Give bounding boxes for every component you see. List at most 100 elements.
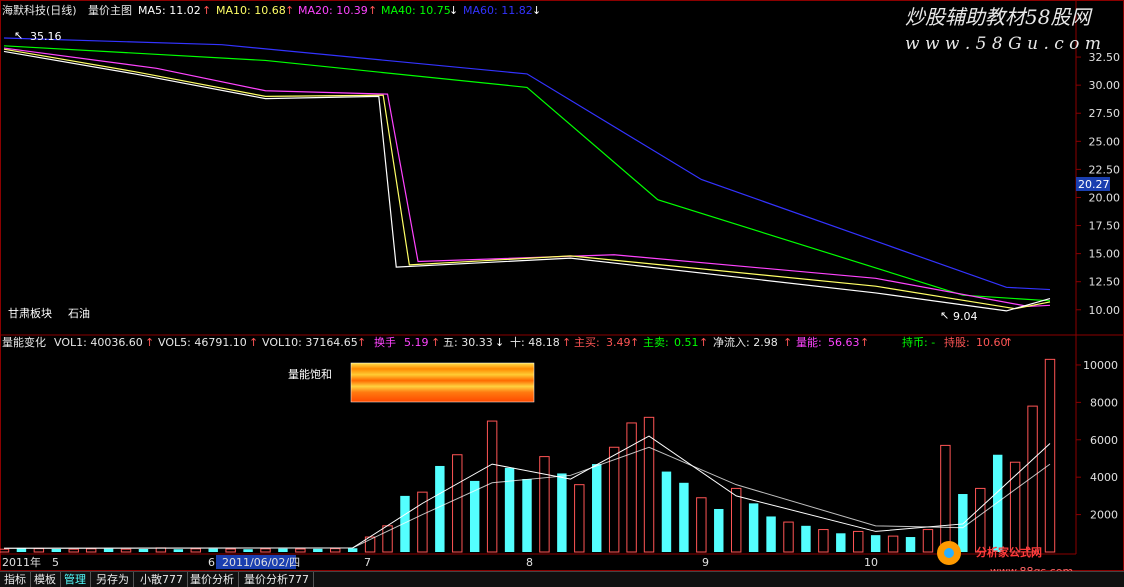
vol10-label: VOL10: 37164.65 bbox=[262, 336, 358, 349]
tab-2[interactable]: 模板 bbox=[30, 572, 61, 587]
volume-bar bbox=[173, 549, 184, 552]
low-price-label: 9.04 bbox=[953, 310, 978, 323]
chigu-label: 持股: bbox=[944, 335, 970, 349]
zhumai-label: 主买: bbox=[574, 336, 600, 349]
volume-bar bbox=[714, 508, 724, 552]
ma60-arrow: ↓ bbox=[532, 4, 541, 17]
volume-bar bbox=[870, 535, 881, 552]
saturation-fill bbox=[350, 362, 535, 403]
volume-bar bbox=[469, 480, 480, 552]
volume-tick-label: 6000 bbox=[1090, 434, 1118, 447]
current-price-tag: 20.27 bbox=[1076, 177, 1110, 191]
wu-arrow: ↓ bbox=[495, 336, 504, 349]
turnover-value: 5.19 bbox=[404, 336, 429, 349]
net-inflow-label: 净流入: 2.98 bbox=[713, 335, 778, 349]
date-axis-label: 2011/06/02/四 bbox=[222, 556, 300, 569]
turnover-arrow: ↑ bbox=[431, 336, 440, 349]
turnover-label: 换手 bbox=[374, 335, 396, 349]
sector-label: 甘肃板块 bbox=[8, 306, 52, 320]
tab-6[interactable]: 量价分析 bbox=[186, 572, 239, 587]
price-tick-label: 12.50 bbox=[1089, 276, 1121, 289]
price-tick-label: 27.50 bbox=[1089, 107, 1121, 120]
tab-7[interactable]: 量价分析777 bbox=[240, 572, 314, 587]
shi-arrow: ↑ bbox=[562, 336, 571, 349]
zhumai2-label: 主卖: bbox=[643, 336, 669, 349]
watermark-top-line2: w w w . 5 8 G u . c o m bbox=[905, 34, 1101, 54]
date-axis-label: 6 bbox=[208, 556, 215, 569]
tab-4[interactable]: 另存为 bbox=[92, 572, 134, 587]
volume-bar bbox=[51, 549, 62, 552]
stock-chart[interactable]: 海默科技(日线) 量价主图 MA5: 11.02 ↑ MA10: 10.68 ↑… bbox=[0, 0, 1124, 586]
vol5-label: VOL5: 46791.10 bbox=[158, 336, 247, 349]
zhumai2-value: 0.51 bbox=[674, 336, 699, 349]
low-arrow: ↖ bbox=[940, 309, 949, 322]
ma10-label: MA10: 10.68 bbox=[216, 4, 286, 17]
price-tick-label: 10.00 bbox=[1089, 304, 1121, 317]
chibi-label: 持币: - bbox=[902, 335, 935, 349]
volume-bar bbox=[103, 548, 114, 552]
vol1-arrow: ↑ bbox=[145, 336, 154, 349]
volume-bar bbox=[243, 549, 253, 552]
volume-bar bbox=[766, 516, 776, 552]
volume-bar bbox=[592, 464, 602, 552]
volume-bar bbox=[138, 549, 149, 552]
vol1-label: VOL1: 40036.60 bbox=[54, 336, 143, 349]
tab-5[interactable]: 小散777 bbox=[136, 572, 188, 587]
indicator-name: 量价主图 bbox=[88, 4, 132, 17]
price-tick-label: 32.50 bbox=[1089, 51, 1121, 64]
zhumai-value: 3.49 bbox=[606, 336, 631, 349]
ma40-label: MA40: 10.75 bbox=[381, 4, 451, 17]
price-tick-label: 25.00 bbox=[1089, 135, 1121, 148]
ma60-label: MA60: 11.82 bbox=[463, 4, 533, 17]
energy-value: 56.63 bbox=[828, 336, 860, 349]
chigu-value: 10.60 bbox=[976, 336, 1008, 349]
date-axis-label: 2011年 bbox=[2, 555, 41, 569]
volume-bar bbox=[905, 537, 916, 552]
saturation-label: 量能饱和 bbox=[288, 367, 332, 381]
energy-label: 量能: bbox=[796, 335, 822, 349]
zhumai2-arrow: ↑ bbox=[699, 336, 708, 349]
chigu-arrow: ↑ bbox=[1004, 336, 1013, 349]
flower-center-icon bbox=[944, 548, 954, 558]
date-axis-label: 7 bbox=[364, 556, 371, 569]
ma40-arrow: ↓ bbox=[449, 4, 458, 17]
current-price-value: 20.27 bbox=[1078, 178, 1110, 191]
price-tick-label: 22.50 bbox=[1089, 163, 1121, 176]
ma20-label: MA20: 10.39 bbox=[298, 4, 368, 17]
volume-tick-label: 4000 bbox=[1090, 471, 1118, 484]
tab-1[interactable]: 指标 bbox=[0, 572, 31, 587]
volume-bar bbox=[522, 479, 532, 552]
date-axis-label: 10 bbox=[864, 556, 878, 569]
volume-bar bbox=[958, 494, 968, 552]
volume-bar bbox=[679, 482, 689, 552]
date-axis-label: 8 bbox=[526, 556, 533, 569]
ma20-arrow: ↑ bbox=[368, 4, 377, 17]
volume-bar bbox=[435, 465, 445, 552]
volume-bar bbox=[16, 548, 27, 552]
zhumai-arrow: ↑ bbox=[630, 336, 639, 349]
net-inflow-arrow: ↑ bbox=[783, 336, 792, 349]
energy-arrow: ↑ bbox=[860, 336, 869, 349]
price-tick-label: 30.00 bbox=[1089, 79, 1121, 92]
volume-tick-label: 2000 bbox=[1090, 509, 1118, 522]
volume-bar bbox=[278, 548, 288, 552]
vol5-arrow: ↑ bbox=[249, 336, 258, 349]
price-tick-label: 20.00 bbox=[1089, 191, 1121, 204]
volume-bar bbox=[801, 525, 811, 552]
price-tick-label: 17.50 bbox=[1089, 220, 1121, 233]
watermark-bottom-line1: 分析家公式网 bbox=[976, 545, 1042, 559]
stock-title: 海默科技(日线) bbox=[2, 3, 77, 17]
volume-tick-label: 10000 bbox=[1083, 359, 1118, 372]
volume-bar bbox=[992, 454, 1003, 552]
watermark-top-line1: 炒股辅助教材58股网 bbox=[905, 5, 1093, 29]
ma5-arrow: ↑ bbox=[202, 4, 211, 17]
ma5-label: MA5: 11.02 bbox=[138, 4, 201, 17]
date-axis-label: 9 bbox=[702, 556, 709, 569]
volume-bar bbox=[208, 548, 218, 552]
volume-bar bbox=[836, 533, 846, 552]
vol10-arrow: ↑ bbox=[357, 336, 366, 349]
volume-bar bbox=[347, 548, 358, 552]
volume-indicator-name: 量能变化 bbox=[2, 335, 46, 349]
date-axis-label: 5 bbox=[52, 556, 59, 569]
tab-3[interactable]: 管理 bbox=[60, 572, 91, 587]
